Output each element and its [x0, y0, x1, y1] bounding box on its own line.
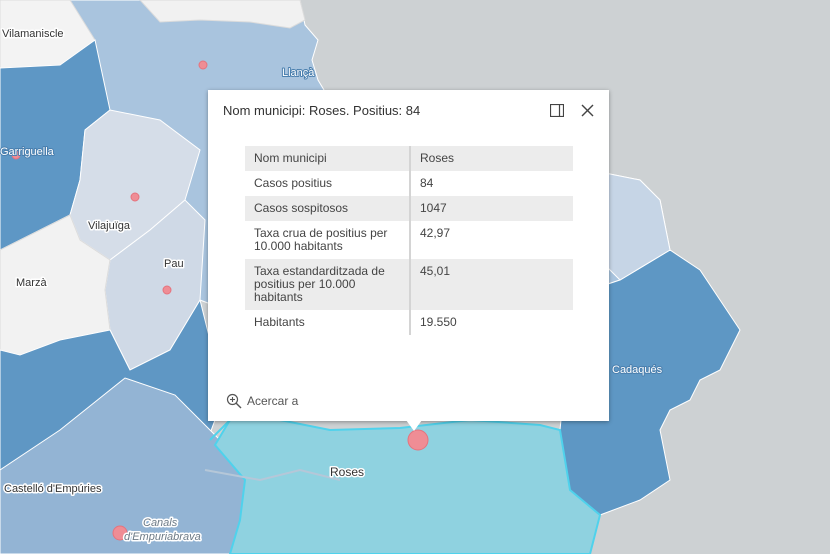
- dock-icon: [550, 103, 564, 117]
- row-label: Taxa crua de positius per 10.000 habitan…: [245, 221, 411, 259]
- row-label: Taxa estandarditzada de positius per 10.…: [245, 259, 411, 310]
- table-row: Habitants 19.550: [245, 310, 573, 335]
- label-garriguella: Garriguella: [0, 146, 55, 158]
- table-row: Taxa crua de positius per 10.000 habitan…: [245, 221, 573, 259]
- row-value: 42,97: [420, 226, 451, 240]
- popup-title: Nom municipi: Roses. Positius: 84: [223, 103, 421, 118]
- dock-button[interactable]: [548, 101, 566, 119]
- zoom-to-action[interactable]: Acercar a: [226, 393, 298, 409]
- label-canals-2: d'Empuriabrava: [124, 531, 201, 543]
- zoom-in-icon: [226, 393, 242, 409]
- close-button[interactable]: [578, 101, 596, 119]
- close-icon: [581, 104, 593, 116]
- municipality-roses-selected[interactable]: [213, 418, 602, 554]
- label-marza: Marzà: [16, 277, 47, 289]
- marker-roses[interactable]: [407, 429, 429, 451]
- label-llanca: Llançà: [282, 67, 315, 79]
- marker-llanca[interactable]: [198, 60, 208, 70]
- label-canals-1: Canals: [143, 517, 178, 529]
- table-row: Casos sospitosos 1047: [245, 196, 573, 221]
- row-value: 19.550: [420, 315, 457, 329]
- row-label: Casos sospitosos: [245, 196, 411, 221]
- table-row: Taxa estandarditzada de positius per 10.…: [245, 259, 573, 310]
- popup-pointer: [406, 420, 422, 431]
- label-roses: Roses: [330, 465, 364, 479]
- label-cadaques: Cadaqués: [612, 364, 663, 376]
- label-pau: Pau: [164, 258, 184, 270]
- table-row: Nom municipi Roses: [245, 146, 573, 171]
- row-value: 84: [420, 176, 434, 190]
- row-label: Casos positius: [245, 171, 411, 196]
- label-vilajuiga: Vilajuïga: [88, 220, 131, 232]
- label-castello: Castelló d'Empúries: [4, 483, 102, 495]
- label-vilamaniscle: Vilamaniscle: [2, 28, 64, 40]
- marker-pau[interactable]: [162, 285, 172, 295]
- zoom-to-label: Acercar a: [247, 394, 299, 408]
- row-value: 45,01: [410, 259, 573, 310]
- feature-popup: Nom municipi: Roses. Positius: 84 Nom mu…: [208, 90, 609, 431]
- marker-vilajuiga[interactable]: [130, 192, 140, 202]
- table-row: Casos positius 84: [245, 171, 573, 196]
- row-label: Nom municipi: [245, 146, 411, 171]
- row-value: 1047: [410, 196, 573, 221]
- row-label: Habitants: [245, 310, 411, 335]
- attribute-table: Nom municipi Roses Casos positius 84 Cas…: [245, 146, 573, 335]
- row-value: Roses: [410, 146, 573, 171]
